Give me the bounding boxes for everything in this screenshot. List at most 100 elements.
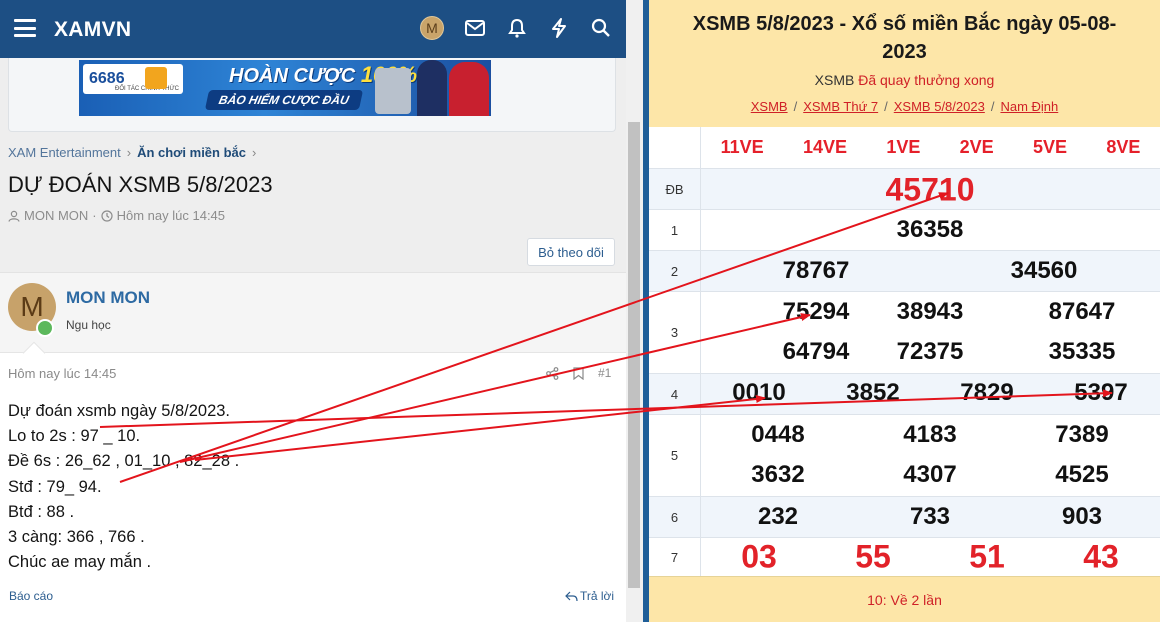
menu-icon[interactable] <box>14 19 36 37</box>
prize-code: 1VE <box>886 137 921 157</box>
post-actions: #1 <box>546 366 611 380</box>
prize-numbers: 78767 34560 <box>701 251 1160 292</box>
reply-button[interactable]: Trả lời <box>565 589 614 603</box>
codes-label-cell <box>649 127 701 168</box>
screen: XAMVN M 6686 ĐỐI TÁC CHÍNH THỨC HOÀN CƯỢ… <box>0 0 1160 622</box>
prize-number: 43 <box>1083 538 1119 575</box>
prize-number: 903 <box>1061 503 1103 530</box>
special-codes-row: 11VE 14VE 1VE 2VE 5VE 8VE <box>701 127 1160 168</box>
prize-number: 55 <box>855 538 891 575</box>
site-logo[interactable]: XAMVN <box>54 18 131 42</box>
search-icon[interactable] <box>590 17 612 39</box>
breadcrumb: XAM Entertainment › Ăn chơi miền bắc › <box>8 145 256 160</box>
results-link[interactable]: XSMB <box>751 99 788 114</box>
reply-icon <box>565 591 578 601</box>
prize-number: 0010 <box>732 379 786 406</box>
prize-numbers: 0448 4183 7389 3632 4307 4525 <box>701 415 1160 497</box>
prize-numbers: 45710 <box>701 169 1160 210</box>
ad-banner[interactable]: 6686ĐỐI TÁC CHÍNH THỨC HOÀN CƯỢC 100% BẢ… <box>79 60 491 116</box>
prize-code: 8VE <box>1106 137 1141 157</box>
scrollbar[interactable] <box>626 0 643 622</box>
account-avatar[interactable]: M <box>420 16 444 40</box>
prize-row: 2 78767 34560 <box>649 250 1160 291</box>
prize-number: 4525 <box>1055 461 1109 488</box>
prize-number: 51 <box>969 538 1005 575</box>
share-icon[interactable] <box>546 366 559 380</box>
online-status-icon <box>36 319 54 337</box>
post-line: Dự đoán xsmb ngày 5/8/2023. <box>8 402 231 420</box>
post-username[interactable]: MON MON <box>66 288 150 308</box>
prize-code: 5VE <box>1032 137 1068 157</box>
nav-icons: M <box>420 16 612 40</box>
prize-numbers: 0010 3852 7829 5397 <box>701 374 1160 415</box>
prize-numbers: 03 55 51 43 <box>701 538 1160 577</box>
post-date[interactable]: Hôm nay lúc 14:45 <box>8 366 116 381</box>
results-footer: 10: Về 2 lần <box>649 576 1160 622</box>
bolt-icon[interactable] <box>548 17 570 39</box>
prize-number: 7829 <box>960 379 1014 406</box>
ad-banner-card: 6686ĐỐI TÁC CHÍNH THỨC HOÀN CƯỢC 100% BẢ… <box>8 58 616 132</box>
reply-label: Trả lời <box>580 589 615 603</box>
results-link[interactable]: XSMB 5/8/2023 <box>894 99 985 114</box>
post-body: Dự đoán xsmb ngày 5/8/2023. Lo to 2s : 9… <box>8 399 239 575</box>
prize-number: 75294 <box>782 298 850 325</box>
prize-number: 78767 <box>782 257 850 284</box>
prize-number: 72375 <box>896 338 964 365</box>
prize-row: 1 36358 <box>649 209 1160 250</box>
prize-number: 34560 <box>1010 257 1078 284</box>
post-user-title: Ngu học <box>66 318 111 332</box>
prize-number: 7389 <box>1055 421 1109 448</box>
results-link[interactable]: Nam Định <box>1000 99 1058 114</box>
prize-number: 4183 <box>903 421 957 448</box>
unfollow-button[interactable]: Bỏ theo dõi <box>527 238 615 266</box>
prize-number: 4307 <box>903 461 957 488</box>
results-status: XSMB Đã quay thưởng xong <box>814 72 995 88</box>
prize-numbers: 232 733 903 <box>701 497 1160 538</box>
post-number[interactable]: #1 <box>598 366 611 380</box>
page-title: DỰ ĐOÁN XSMB 5/8/2023 <box>8 172 273 197</box>
prize-row: 7 03 55 51 43 <box>649 537 1160 576</box>
banner-image-safe <box>375 68 411 114</box>
thread-author[interactable]: MON MON <box>24 208 88 223</box>
scrollbar-thumb[interactable] <box>628 122 640 588</box>
top-navbar: XAMVN M <box>0 0 626 58</box>
results-title: XSMB 5/8/2023 - Xổ số miền Bắc ngày 05-0… <box>692 13 1117 63</box>
banner-image-player <box>417 60 447 116</box>
breadcrumb-item[interactable]: XAM Entertainment <box>8 145 121 160</box>
banner-subline: BẢO HIỂM CƯỢC ĐẦU <box>204 90 363 110</box>
results-link[interactable]: XSMB Thứ 7 <box>803 99 878 114</box>
prize-label: 4 <box>649 374 701 414</box>
bell-icon[interactable] <box>506 17 528 39</box>
prize-label: ĐB <box>649 169 701 209</box>
prize-number: 3852 <box>846 379 900 406</box>
user-icon <box>8 210 20 222</box>
post-line: Đề 6s : 26_62 , 01_10 , 82_28 . <box>8 452 240 471</box>
results-header: XSMB 5/8/2023 - Xổ số miền Bắc ngày 05-0… <box>649 0 1160 127</box>
prize-row: 4 0010 3852 7829 5397 <box>649 373 1160 414</box>
post-line: Stđ : 79_ 94. <box>8 477 102 496</box>
prize-number: 0448 <box>751 421 805 448</box>
special-prize-number: 45710 <box>885 171 975 208</box>
prize-label: 1 <box>649 210 701 250</box>
report-link[interactable]: Báo cáo <box>9 589 53 603</box>
prize-number: 36358 <box>896 216 964 243</box>
inbox-icon[interactable] <box>464 17 486 39</box>
thread-time[interactable]: Hôm nay lúc 14:45 <box>117 208 225 223</box>
prize-numbers: 75294 38943 87647 64794 72375 35335 <box>701 292 1160 374</box>
prize-row: 5 0448 4183 7389 3632 4307 4525 <box>649 414 1160 496</box>
post-line: Btđ : 88 . <box>8 502 75 521</box>
bookmark-icon[interactable] <box>573 366 584 380</box>
chevron-right-icon: › <box>126 145 132 160</box>
breadcrumb-item[interactable]: Ăn chơi miền bắc <box>137 145 246 160</box>
prize-numbers: 36358 <box>701 210 1160 251</box>
prize-row: 6 232 733 903 <box>649 496 1160 537</box>
prize-row: ĐB 45710 <box>649 168 1160 209</box>
prize-label: 7 <box>649 538 701 576</box>
prize-code: 11VE <box>720 137 764 157</box>
prize-number: 733 <box>909 503 951 530</box>
prize-number: 38943 <box>896 298 964 325</box>
prize-number: 5397 <box>1074 379 1128 406</box>
clock-icon <box>101 209 113 222</box>
banner-logo: 6686 ĐỐI TÁC CHÍNH THỨC <box>83 64 183 94</box>
meta-separator: · <box>92 208 97 223</box>
